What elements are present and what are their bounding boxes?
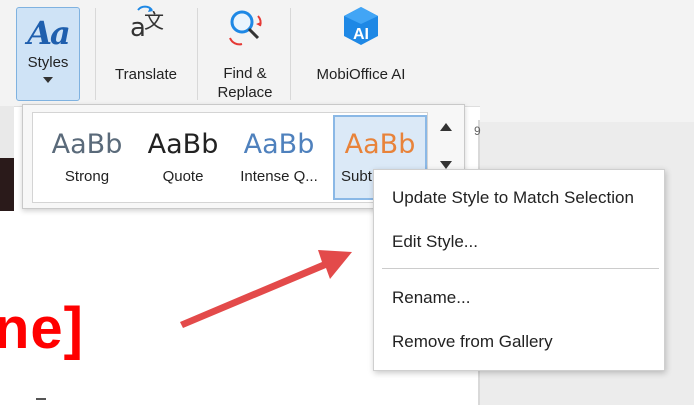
style-sample: AaBb — [51, 129, 123, 160]
style-tiles: AaBb Strong AaBb Quote AaBb Intense Q...… — [32, 112, 428, 203]
style-context-menu: Update Style to Match Selection Edit Sty… — [373, 169, 665, 371]
scroll-down-icon[interactable] — [440, 161, 452, 169]
menu-item-rename[interactable]: Rename... — [392, 288, 470, 308]
style-tile-intense-quote[interactable]: AaBb Intense Q... — [231, 115, 327, 200]
style-tile-quote[interactable]: AaBb Quote — [135, 115, 231, 200]
menu-item-update-style[interactable]: Update Style to Match Selection — [392, 188, 634, 208]
scroll-up-icon[interactable] — [440, 123, 452, 131]
style-tile-strong[interactable]: AaBb Strong — [39, 115, 135, 200]
menu-item-remove-from-gallery[interactable]: Remove from Gallery — [392, 332, 553, 352]
style-sample: AaBb — [243, 129, 315, 160]
style-name: Intense Q... — [240, 168, 318, 185]
style-name: Quote — [162, 168, 204, 185]
menu-separator — [382, 268, 659, 269]
style-sample: AaBb — [344, 129, 416, 160]
style-sample: AaBb — [147, 129, 219, 160]
style-name: Strong — [64, 168, 110, 185]
menu-item-edit-style[interactable]: Edit Style... — [392, 232, 478, 252]
